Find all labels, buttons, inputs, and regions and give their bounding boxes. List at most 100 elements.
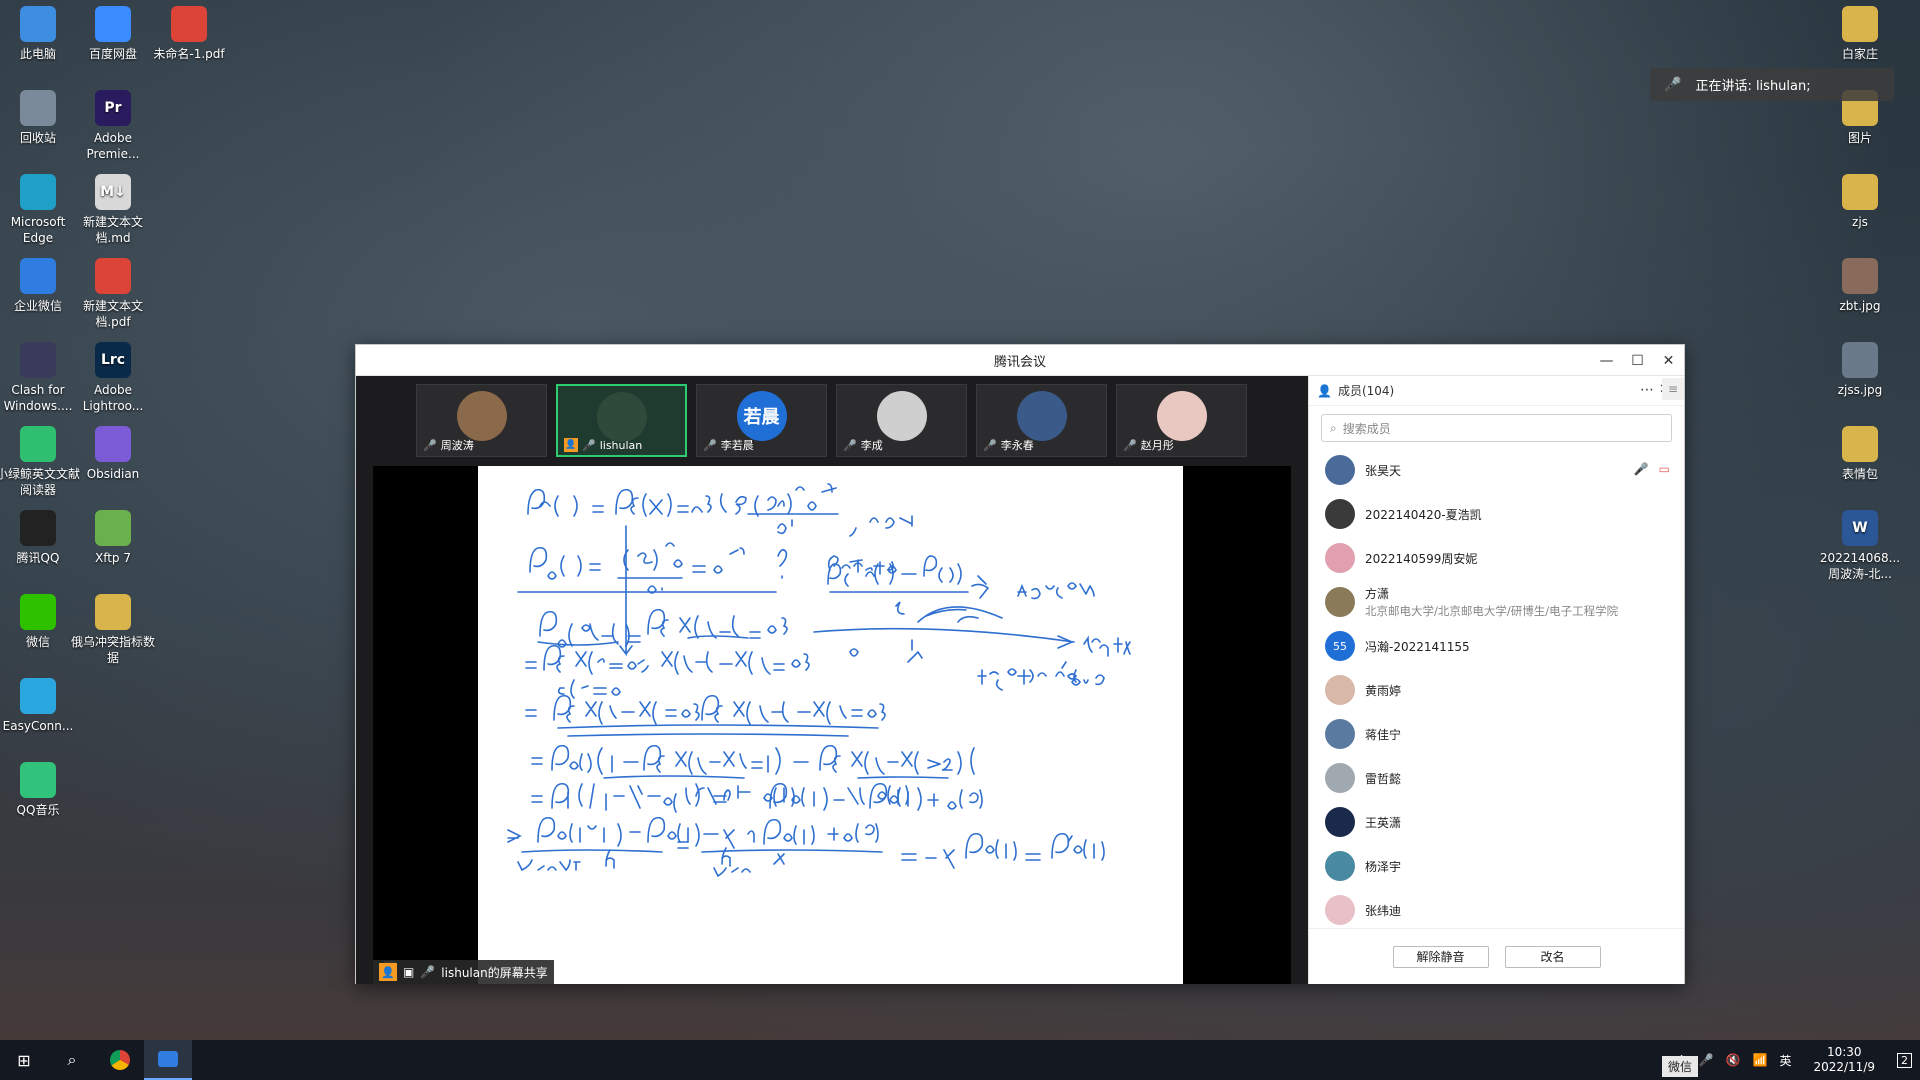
member-name: 蒋佳宁 xyxy=(1365,727,1402,742)
member-info: 雷哲懿 xyxy=(1365,770,1401,787)
member-affiliation: 北京邮电大学/北京邮电大学/研博生/电子工程学院 xyxy=(1365,604,1619,618)
desktop-icon-label: 新建文本文档.pdf xyxy=(82,299,143,329)
desktop-icon[interactable]: 微信 xyxy=(0,594,80,650)
member-count: 成员(104) xyxy=(1337,384,1395,398)
lightroom-icon: Lrc xyxy=(95,342,131,378)
participant-thumbnail[interactable]: 若晨 🎤 李若晨 xyxy=(696,384,827,457)
participant-name-row: 🎤 李若晨 xyxy=(703,437,754,453)
member-list-item[interactable]: 张纬迪 xyxy=(1309,888,1684,932)
member-list-item[interactable]: 2022140420-夏浩凯 xyxy=(1309,492,1684,536)
clock[interactable]: 10:30 2022/11/9 xyxy=(1813,1045,1875,1075)
desktop-icon[interactable]: 俄乌冲突指标数据 xyxy=(71,594,155,666)
more-options-icon[interactable]: ⋯ xyxy=(1640,382,1654,398)
close-icon[interactable]: ✕ xyxy=(1653,345,1684,376)
tencent-meeting-icon xyxy=(158,1051,178,1067)
mic-icon: 🎤 xyxy=(420,965,436,979)
participant-thumbnail[interactable]: 🎤 李永春 xyxy=(976,384,1107,457)
desktop-icon[interactable]: 小绿鲸英文文献阅读器 xyxy=(0,426,80,498)
desktop-icon[interactable]: W 202214068...周波涛-北... xyxy=(1818,510,1902,582)
desktop-icon[interactable]: Xftp 7 xyxy=(71,510,155,566)
participant-name: 周波涛 xyxy=(440,439,474,452)
desktop-icon[interactable]: Lrc Adobe Lightroo... xyxy=(71,342,155,414)
people-icon: 👤 xyxy=(1317,383,1332,398)
desktop-icon[interactable]: zjss.jpg xyxy=(1818,342,1902,398)
chrome-icon xyxy=(95,258,131,294)
member-list-item[interactable]: 方潇 北京邮电大学/北京邮电大学/研博生/电子工程学院 xyxy=(1309,580,1684,624)
member-status-icons: 🎤 ▭ xyxy=(1634,462,1670,476)
wifi-icon[interactable]: 📶 xyxy=(1753,1053,1768,1067)
volume-mute-icon[interactable]: 🔇 xyxy=(1726,1053,1741,1067)
avatar xyxy=(1156,391,1207,441)
desktop-icon[interactable]: 白家庄 xyxy=(1818,6,1902,62)
mic-icon: 🎤 xyxy=(582,438,596,452)
participant-name: lishulan xyxy=(599,438,643,452)
participant-thumbnail[interactable]: 🎤 赵月彤 xyxy=(1116,384,1247,457)
wechat-tooltip: 微信 xyxy=(1661,1056,1698,1077)
desktop-icon[interactable]: 未命名-1.pdf xyxy=(147,6,231,62)
desktop-icon[interactable]: Obsidian xyxy=(71,426,155,482)
member-list-item[interactable]: 王英潇 xyxy=(1309,800,1684,844)
desktop-icon[interactable]: 表情包 xyxy=(1818,426,1902,482)
mic-muted-icon: 🎤 xyxy=(423,438,437,452)
maximize-icon[interactable]: ☐ xyxy=(1622,345,1653,376)
member-list-item[interactable]: 黄雨婷 xyxy=(1309,668,1684,712)
desktop-icon[interactable]: Clash for Windows.... xyxy=(0,342,80,414)
member-list-item[interactable]: 蒋佳宁 xyxy=(1309,712,1684,756)
desktop-icon[interactable]: 新建文本文档.pdf xyxy=(71,258,155,330)
start-button[interactable]: ⊞ xyxy=(0,1040,48,1080)
desktop-icon[interactable]: Microsoft Edge xyxy=(0,174,80,246)
member-panel-footer: 解除静音 改名 xyxy=(1309,928,1684,984)
zip-file-icon xyxy=(1842,174,1878,210)
desktop-icon-label: 此电脑 xyxy=(19,47,56,61)
search-button[interactable]: ⌕ xyxy=(48,1040,96,1080)
mic-muted-icon: 🎤 xyxy=(703,438,717,452)
host-icon: 👤 xyxy=(564,438,578,452)
easyconnect-icon xyxy=(20,678,56,714)
member-list-item[interactable]: 2022140599周安妮 xyxy=(1309,536,1684,580)
desktop-icon-label: 202214068...周波涛-北... xyxy=(1819,551,1901,581)
desktop-icon[interactable]: zbt.jpg xyxy=(1818,258,1902,314)
rename-button[interactable]: 改名 xyxy=(1504,945,1601,968)
member-list-item[interactable]: 张昊天 🎤 ▭ xyxy=(1309,448,1684,492)
desktop-icon[interactable]: zjs xyxy=(1818,174,1902,230)
participant-thumbnail[interactable]: 👤 🎤 lishulan xyxy=(556,384,687,457)
minimize-icon[interactable]: — xyxy=(1591,345,1622,376)
member-list-item[interactable]: 雷哲懿 xyxy=(1309,756,1684,800)
desktop-icon[interactable]: 此电脑 xyxy=(0,6,80,62)
notification-icon[interactable]: 2 xyxy=(1897,1052,1912,1068)
desktop-icon[interactable]: EasyConn... xyxy=(0,678,80,734)
whale-icon xyxy=(20,426,56,462)
photo-file-icon xyxy=(1842,258,1878,294)
avatar xyxy=(876,391,927,441)
mic-muted-icon: 🎤 xyxy=(843,438,857,452)
screen-share-area[interactable]: ☰ xyxy=(373,466,1291,984)
taskbar-tencent-meeting[interactable] xyxy=(144,1040,192,1080)
desktop-icon-label: 企业微信 xyxy=(13,299,62,313)
desktop-icon[interactable]: Pr Adobe Premie... xyxy=(71,90,155,162)
desktop-icon[interactable]: 百度网盘 xyxy=(71,6,155,62)
desktop-icon[interactable]: QQ音乐 xyxy=(0,762,80,818)
unmute-button[interactable]: 解除静音 xyxy=(1392,945,1489,968)
desktop-icon-label: 图片 xyxy=(1847,131,1872,145)
desktop-icon[interactable]: 回收站 xyxy=(0,90,80,146)
desktop-icon-label: EasyConn... xyxy=(2,719,74,733)
desktop-icon[interactable]: 腾讯QQ xyxy=(0,510,80,566)
microphone-icon[interactable]: 🎤 xyxy=(1699,1053,1714,1067)
desktop-icon[interactable]: M↓ 新建文本文档.md xyxy=(71,174,155,246)
member-panel-header: 👤 成员(104) ⋯ ✕ ≡ xyxy=(1309,376,1684,406)
participant-thumbnail[interactable]: 🎤 李成 xyxy=(836,384,967,457)
desktop-icon-label: 未命名-1.pdf xyxy=(153,47,225,61)
participant-thumbnail[interactable]: 🎤 周波涛 xyxy=(416,384,547,457)
panel-menu-icon[interactable]: ≡ xyxy=(1662,378,1684,400)
ime-indicator[interactable]: 英 xyxy=(1779,1052,1791,1069)
member-list-item[interactable]: 杨泽宇 xyxy=(1309,844,1684,888)
member-list-item[interactable]: 55 冯瀚-2022141155 xyxy=(1309,624,1684,668)
desktop-icon-label: 腾讯QQ xyxy=(16,551,60,565)
host-icon: 👤 xyxy=(379,963,397,981)
member-info: 方潇 北京邮电大学/北京邮电大学/研博生/电子工程学院 xyxy=(1365,585,1618,619)
desktop-icon-label: zjs xyxy=(1852,215,1868,229)
member-search-input[interactable]: ⌕ 搜索成员 xyxy=(1321,414,1672,442)
desktop-icon[interactable]: 企业微信 xyxy=(0,258,80,314)
taskbar-chrome[interactable] xyxy=(96,1040,144,1080)
member-info: 王英潇 xyxy=(1365,814,1401,831)
